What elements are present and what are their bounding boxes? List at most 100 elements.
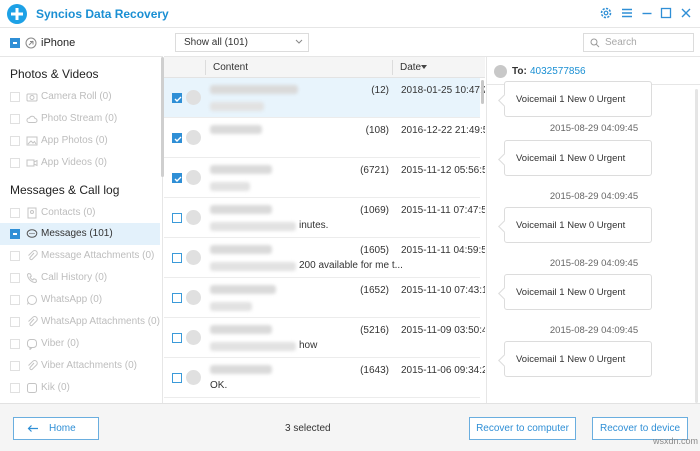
row-checkbox[interactable] [172, 253, 182, 263]
snippet-redacted [210, 302, 252, 311]
item-checkbox[interactable] [10, 136, 20, 146]
sidebar-item-call-history[interactable]: Call History (0) [0, 267, 160, 289]
message-count: (1652) [360, 285, 389, 296]
avatar [494, 65, 507, 78]
home-button[interactable]: Home [13, 417, 99, 440]
sidebar: Photos & Videos Camera Roll (0) Photo St… [0, 57, 163, 403]
item-checkbox[interactable] [10, 158, 20, 168]
device-row[interactable]: iPhone [0, 28, 163, 57]
row-checkbox[interactable] [172, 93, 182, 103]
message-date: 2015-11-11 04:59:53 [401, 245, 485, 256]
item-checkbox[interactable] [10, 273, 20, 283]
message-row[interactable]: (1652) 2015-11-10 07:43:12 [164, 278, 485, 318]
column-date[interactable]: Date [400, 62, 421, 73]
snippet-redacted [210, 182, 250, 191]
phone-icon [26, 272, 38, 284]
message-timestamp: 2015-08-29 04:09:45 [549, 123, 639, 134]
item-checkbox[interactable] [10, 361, 20, 371]
item-checkbox[interactable] [10, 229, 20, 239]
recover-to-computer-button[interactable]: Recover to computer [469, 417, 576, 440]
message-row[interactable]: (108) 2016-12-22 21:49:56 [164, 118, 485, 158]
sidebar-item-label: App Photos (0) [41, 135, 108, 146]
app-title: Syncios Data Recovery [36, 7, 169, 21]
sidebar-item-label: Contacts (0) [41, 207, 96, 218]
device-checkbox[interactable] [10, 38, 20, 48]
conversation-scrollbar[interactable] [695, 89, 698, 403]
message-snippet: OK. [210, 380, 228, 391]
message-row[interactable]: inutes. (1069) 2015-11-11 07:47:57 [164, 198, 485, 238]
gear-icon[interactable] [598, 5, 614, 21]
list-scrollbar[interactable] [481, 80, 484, 104]
sidebar-item-viber-attachments[interactable]: Viber Attachments (0) [0, 355, 160, 377]
message-date: 2015-11-10 07:43:12 [401, 285, 485, 296]
sidebar-item-messages[interactable]: Messages (101) [0, 223, 160, 245]
item-checkbox[interactable] [10, 114, 20, 124]
column-content[interactable]: Content [213, 62, 248, 73]
sidebar-item-app-photos[interactable]: App Photos (0) [0, 130, 160, 152]
paperclip-icon [28, 250, 38, 261]
message-row[interactable]: OK. (1643) 2015-11-06 09:34:22 [164, 358, 485, 398]
sidebar-item-kik[interactable]: Kik (0) [0, 377, 160, 399]
maximize-icon[interactable] [658, 5, 674, 21]
sidebar-item-whatsapp[interactable]: WhatsApp (0) [0, 289, 160, 311]
message-row[interactable]: 200 available for me t... (1605) 2015-11… [164, 238, 485, 278]
message-row[interactable]: (6721) 2015-11-12 05:56:58 [164, 158, 485, 198]
menu-icon[interactable] [619, 5, 635, 21]
section-photos-videos: Photos & Videos [10, 67, 99, 81]
message-list: Content Date (12) 2018-01-25 10:47:21 (1… [164, 57, 485, 403]
message-row[interactable]: (12) 2018-01-25 10:47:21 [164, 78, 485, 118]
message-count: (5216) [360, 325, 389, 336]
conversation-pane: To: 4032577856 Voicemail 1 New 0 Urgent … [486, 57, 700, 403]
item-checkbox[interactable] [10, 317, 20, 327]
sidebar-item-label: Messages (101) [41, 228, 113, 239]
avatar [186, 90, 201, 105]
row-checkbox[interactable] [172, 173, 182, 183]
item-checkbox[interactable] [10, 383, 20, 393]
row-checkbox[interactable] [172, 133, 182, 143]
bubble-text: Voicemail 1 New 0 Urgent [516, 220, 626, 231]
image-icon [26, 136, 38, 146]
bubble-text: Voicemail 1 New 0 Urgent [516, 287, 626, 298]
selection-count: 3 selected [285, 423, 331, 434]
row-checkbox[interactable] [172, 213, 182, 223]
filter-select[interactable]: Show all (101) [175, 33, 309, 52]
sidebar-item-camera-roll[interactable]: Camera Roll (0) [0, 86, 160, 108]
minimize-icon[interactable] [639, 5, 655, 21]
row-checkbox[interactable] [172, 333, 182, 343]
message-snippet: inutes. [299, 220, 329, 231]
message-bubble: Voicemail 1 New 0 Urgent [504, 81, 652, 117]
item-checkbox[interactable] [10, 295, 20, 305]
cloud-icon [26, 115, 38, 123]
column-divider [392, 60, 393, 75]
contact-name-redacted [210, 325, 272, 334]
chat-icon [26, 229, 38, 238]
sidebar-item-viber[interactable]: Viber (0) [0, 333, 160, 355]
row-checkbox[interactable] [172, 373, 182, 383]
close-icon[interactable] [678, 5, 694, 21]
viber-icon [27, 339, 37, 350]
item-checkbox[interactable] [10, 251, 20, 261]
sidebar-item-message-attachments[interactable]: Message Attachments (0) [0, 245, 160, 267]
search-input[interactable] [605, 36, 690, 49]
sort-down-icon[interactable] [421, 65, 427, 70]
sidebar-item-whatsapp-attachments[interactable]: WhatsApp Attachments (0) [0, 311, 160, 333]
item-checkbox[interactable] [10, 92, 20, 102]
item-checkbox[interactable] [10, 339, 20, 349]
message-snippet: how [299, 340, 318, 351]
home-button-label: Home [49, 423, 76, 434]
message-bubble: Voicemail 1 New 0 Urgent [504, 207, 652, 243]
message-row[interactable]: how (5216) 2015-11-09 03:50:41 [164, 318, 485, 358]
sidebar-item-contacts[interactable]: Contacts (0) [0, 202, 160, 224]
search-box[interactable] [583, 33, 694, 52]
message-count: (1069) [360, 205, 389, 216]
message-count: (12) [371, 85, 389, 96]
item-checkbox[interactable] [10, 208, 20, 218]
sidebar-item-label: Kik (0) [41, 382, 70, 393]
row-checkbox[interactable] [172, 293, 182, 303]
message-count: (108) [365, 125, 389, 136]
avatar [186, 130, 201, 145]
sidebar-item-photo-stream[interactable]: Photo Stream (0) [0, 108, 160, 130]
sidebar-item-label: Photo Stream (0) [41, 113, 118, 124]
snippet-redacted [210, 262, 296, 271]
sidebar-item-app-videos[interactable]: App Videos (0) [0, 152, 160, 174]
